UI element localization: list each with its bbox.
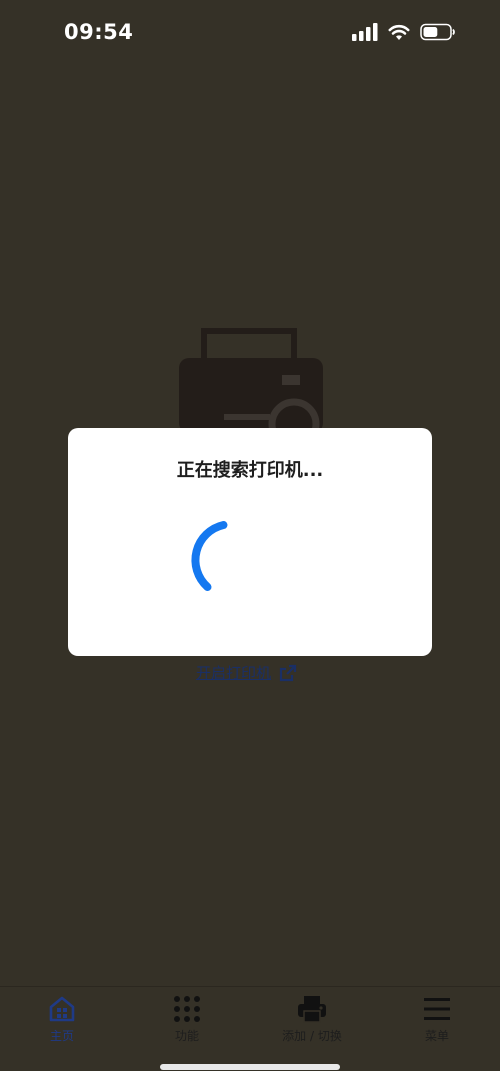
- wifi-icon: [388, 24, 410, 40]
- tab-functions-label: 功能: [174, 1029, 199, 1043]
- tab-bar: 主页 功能 添加 / 切换 菜单: [0, 986, 500, 1071]
- tab-add-switch[interactable]: 添加 / 切换: [267, 995, 357, 1044]
- dialog-title: 正在搜索打印机...: [176, 460, 324, 481]
- status-bar: 09:54: [0, 0, 500, 68]
- tab-menu-label: 菜单: [424, 1029, 449, 1043]
- tab-home-label: 主页: [49, 1029, 74, 1043]
- cellular-signal-icon: [352, 23, 378, 41]
- searching-dialog: 正在搜索打印机...: [68, 428, 432, 656]
- printer-illustration: [179, 328, 323, 433]
- open-printer-link[interactable]: 开启打印机: [196, 662, 297, 683]
- menu-icon: [424, 998, 450, 1020]
- tab-home[interactable]: 主页: [17, 995, 107, 1044]
- status-icons: [352, 23, 456, 41]
- tab-functions[interactable]: 功能: [142, 995, 232, 1044]
- home-indicator[interactable]: [160, 1064, 340, 1070]
- grid-icon: [174, 996, 200, 1022]
- tab-menu[interactable]: 菜单: [392, 995, 482, 1044]
- printer-icon: [298, 996, 326, 1023]
- open-printer-label: 开启打印机: [196, 664, 272, 682]
- battery-icon: [420, 23, 455, 41]
- status-time: 09:54: [64, 20, 134, 44]
- tab-add-switch-label: 添加 / 切换: [282, 1029, 342, 1043]
- loading-spinner-icon: [191, 521, 228, 591]
- home-icon: [49, 996, 75, 1022]
- external-link-icon: [279, 664, 297, 681]
